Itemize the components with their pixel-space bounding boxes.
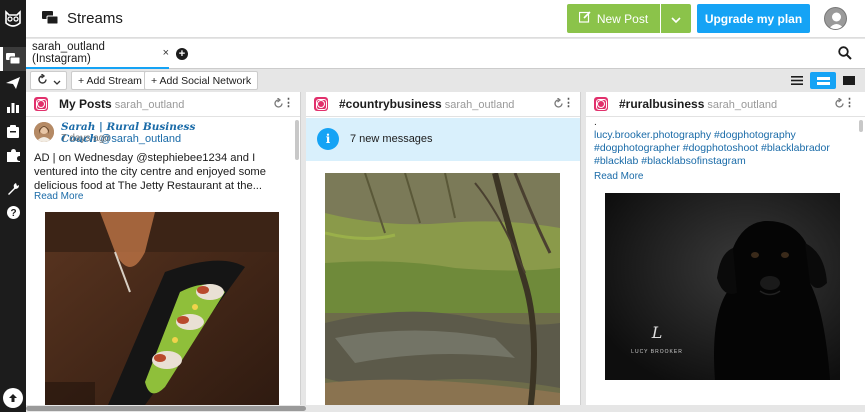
column-header: #ruralbusiness sarah_outland ⋮ bbox=[586, 92, 865, 117]
svg-text:L: L bbox=[651, 323, 663, 342]
post-author-avatar[interactable] bbox=[34, 122, 54, 142]
sidebar-help-icon[interactable]: ? bbox=[0, 200, 26, 224]
river-photo[interactable] bbox=[324, 172, 560, 412]
search-icon[interactable] bbox=[838, 46, 852, 63]
compact-view-icon[interactable] bbox=[810, 72, 836, 89]
owl-logo-icon[interactable] bbox=[0, 0, 26, 38]
column-more-options-icon[interactable]: ⋮ bbox=[563, 98, 574, 109]
column-title[interactable]: #countrybusiness sarah_outland bbox=[339, 97, 514, 111]
sidebar-tools-wrench-icon[interactable] bbox=[0, 176, 26, 200]
sidebar-streams-icon[interactable] bbox=[0, 47, 26, 71]
post-text: AD | on Wednesday @stephiebee1234 and I … bbox=[34, 152, 266, 192]
new-post-dropdown-button[interactable] bbox=[661, 4, 691, 33]
top-header: Streams New Post Upgrade my plan bbox=[26, 0, 865, 38]
add-tab-icon[interactable]: + bbox=[176, 48, 188, 60]
list-view-icon[interactable] bbox=[784, 72, 810, 89]
page-title: Streams bbox=[67, 10, 123, 27]
black-labrador-photo[interactable]: L LUCY BROOKER bbox=[605, 193, 840, 380]
post-leading-dot: . bbox=[594, 117, 597, 128]
sidebar-analytics-icon[interactable] bbox=[0, 95, 26, 119]
streams-icon bbox=[42, 11, 59, 28]
stream-column-my-posts: My Posts sarah_outland ⋮ Sarah | Rural Bu… bbox=[26, 92, 301, 412]
add-social-network-button[interactable]: + Add Social Network bbox=[144, 71, 259, 90]
new-messages-notice[interactable]: i 7 new messages bbox=[306, 118, 580, 161]
column-scrollbar[interactable] bbox=[859, 120, 863, 132]
new-post-button[interactable]: New Post bbox=[567, 4, 660, 33]
post-author-handle[interactable]: @sarah_outland bbox=[100, 133, 181, 145]
svg-text:?: ? bbox=[10, 208, 16, 219]
stream-column-countrybusiness: #countrybusiness sarah_outland ⋮ i 7 new … bbox=[306, 92, 581, 412]
stream-toolbar: + Add Stream + Add Social Network bbox=[26, 70, 865, 92]
refresh-control[interactable] bbox=[30, 71, 67, 90]
stream-column-ruralbusiness: #ruralbusiness sarah_outland ⋮ . lucy.bro… bbox=[586, 92, 865, 412]
food-photo[interactable] bbox=[45, 212, 279, 412]
column-header: #countrybusiness sarah_outland ⋮ bbox=[306, 92, 580, 117]
chevron-down-icon[interactable] bbox=[53, 74, 61, 88]
view-toggle bbox=[784, 72, 862, 89]
instagram-icon bbox=[34, 97, 48, 111]
expanded-view-icon[interactable] bbox=[836, 72, 862, 89]
chevron-down-icon bbox=[671, 12, 681, 26]
horizontal-scrollbar[interactable] bbox=[26, 405, 865, 412]
horizontal-scrollbar-thumb[interactable] bbox=[26, 406, 306, 411]
column-header: My Posts sarah_outland ⋮ bbox=[26, 92, 300, 117]
column-username: sarah_outland bbox=[444, 99, 515, 111]
column-more-options-icon[interactable]: ⋮ bbox=[283, 98, 294, 109]
tab-bar: sarah_outland (Instagram) × + bbox=[26, 39, 865, 69]
read-more-link[interactable]: Read More bbox=[594, 171, 643, 182]
new-messages-text: 7 new messages bbox=[350, 133, 433, 145]
upgrade-plan-button[interactable]: Upgrade my plan bbox=[697, 4, 810, 33]
tab-sarah-outland[interactable]: sarah_outland (Instagram) × bbox=[26, 39, 169, 69]
refresh-icon[interactable] bbox=[37, 72, 48, 88]
instagram-icon bbox=[594, 97, 608, 111]
user-avatar[interactable] bbox=[824, 7, 847, 30]
column-more-options-icon[interactable]: ⋮ bbox=[844, 98, 855, 109]
column-username: sarah_outland bbox=[114, 99, 185, 111]
column-title[interactable]: #ruralbusiness sarah_outland bbox=[619, 97, 777, 111]
post-hashtags[interactable]: lucy.brooker.photography #dogphotography… bbox=[594, 129, 849, 168]
column-username: sarah_outland bbox=[707, 99, 778, 111]
post-timestamp: 7 days ago bbox=[61, 133, 110, 144]
left-sidebar: ? bbox=[0, 0, 26, 412]
add-stream-button[interactable]: + Add Stream bbox=[71, 71, 149, 90]
tab-close-icon[interactable]: × bbox=[163, 47, 169, 59]
instagram-icon bbox=[314, 97, 328, 111]
sidebar-assignments-icon[interactable] bbox=[0, 119, 26, 143]
tab-label: sarah_outland (Instagram) bbox=[32, 41, 105, 65]
compose-icon bbox=[578, 11, 591, 26]
svg-text:LUCY BROOKER: LUCY BROOKER bbox=[631, 349, 683, 355]
sidebar-publisher-icon[interactable] bbox=[0, 71, 26, 95]
sidebar-apps-puzzle-icon[interactable] bbox=[0, 143, 26, 167]
column-scrollbar[interactable] bbox=[295, 120, 299, 160]
column-title[interactable]: My Posts sarah_outland bbox=[59, 97, 184, 111]
read-more-link[interactable]: Read More bbox=[34, 191, 83, 202]
info-icon: i bbox=[317, 128, 339, 150]
new-post-label: New Post bbox=[596, 11, 649, 26]
scroll-up-arrow-icon[interactable] bbox=[3, 388, 23, 408]
